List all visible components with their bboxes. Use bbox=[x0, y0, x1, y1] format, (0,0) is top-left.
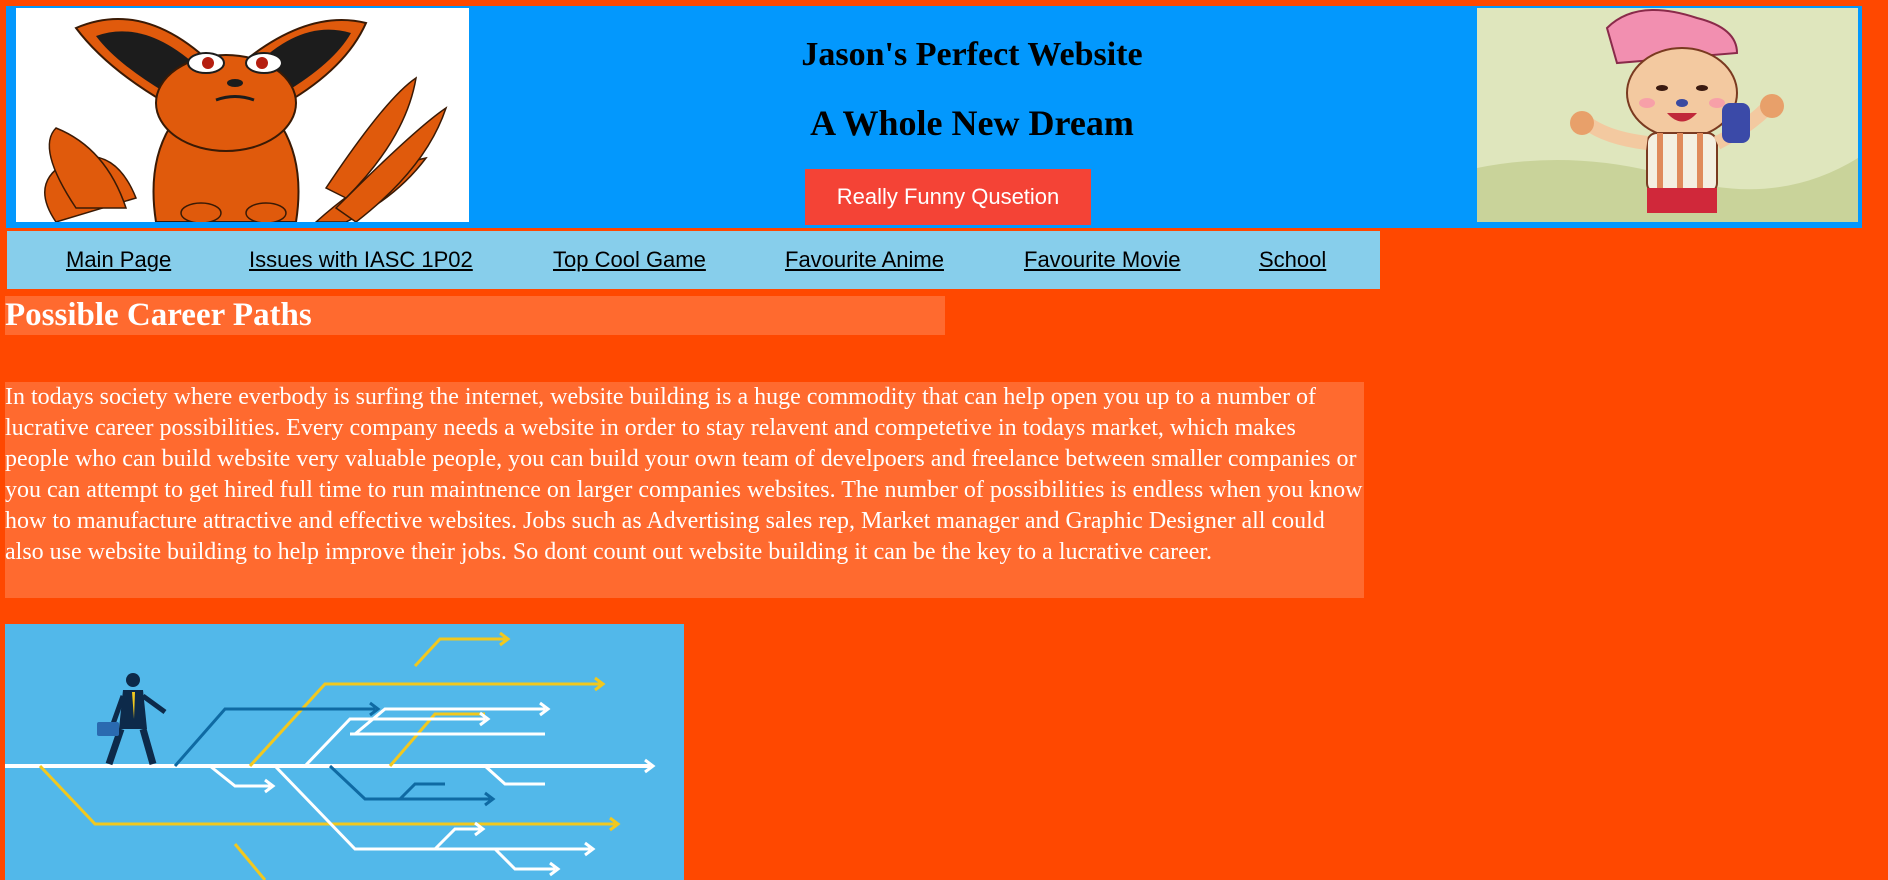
nav-link-main-page[interactable]: Main Page bbox=[66, 247, 171, 273]
nav-link-top-cool-game[interactable]: Top Cool Game bbox=[553, 247, 706, 273]
nav-link-school[interactable]: School bbox=[1259, 247, 1326, 273]
fox-character-image bbox=[16, 8, 469, 222]
section-heading: Possible Career Paths bbox=[5, 296, 945, 335]
reindeer-character-image bbox=[1477, 8, 1858, 222]
site-title: Jason's Perfect Website bbox=[801, 36, 1143, 73]
career-paths-image bbox=[5, 624, 684, 880]
nav-link-favourite-anime[interactable]: Favourite Anime bbox=[785, 247, 944, 273]
site-subtitle: A Whole New Dream bbox=[810, 103, 1134, 143]
funny-question-button[interactable]: Really Funny Qusetion bbox=[805, 169, 1091, 225]
main-nav: Main Page Issues with IASC 1P02 Top Cool… bbox=[7, 231, 1380, 289]
career-paragraph: In todays society where everbody is surf… bbox=[5, 382, 1364, 598]
site-header: Jason's Perfect Website A Whole New Drea… bbox=[6, 6, 1862, 228]
nav-link-issues-iasc[interactable]: Issues with IASC 1P02 bbox=[249, 247, 473, 273]
nav-link-favourite-movie[interactable]: Favourite Movie bbox=[1024, 247, 1181, 273]
